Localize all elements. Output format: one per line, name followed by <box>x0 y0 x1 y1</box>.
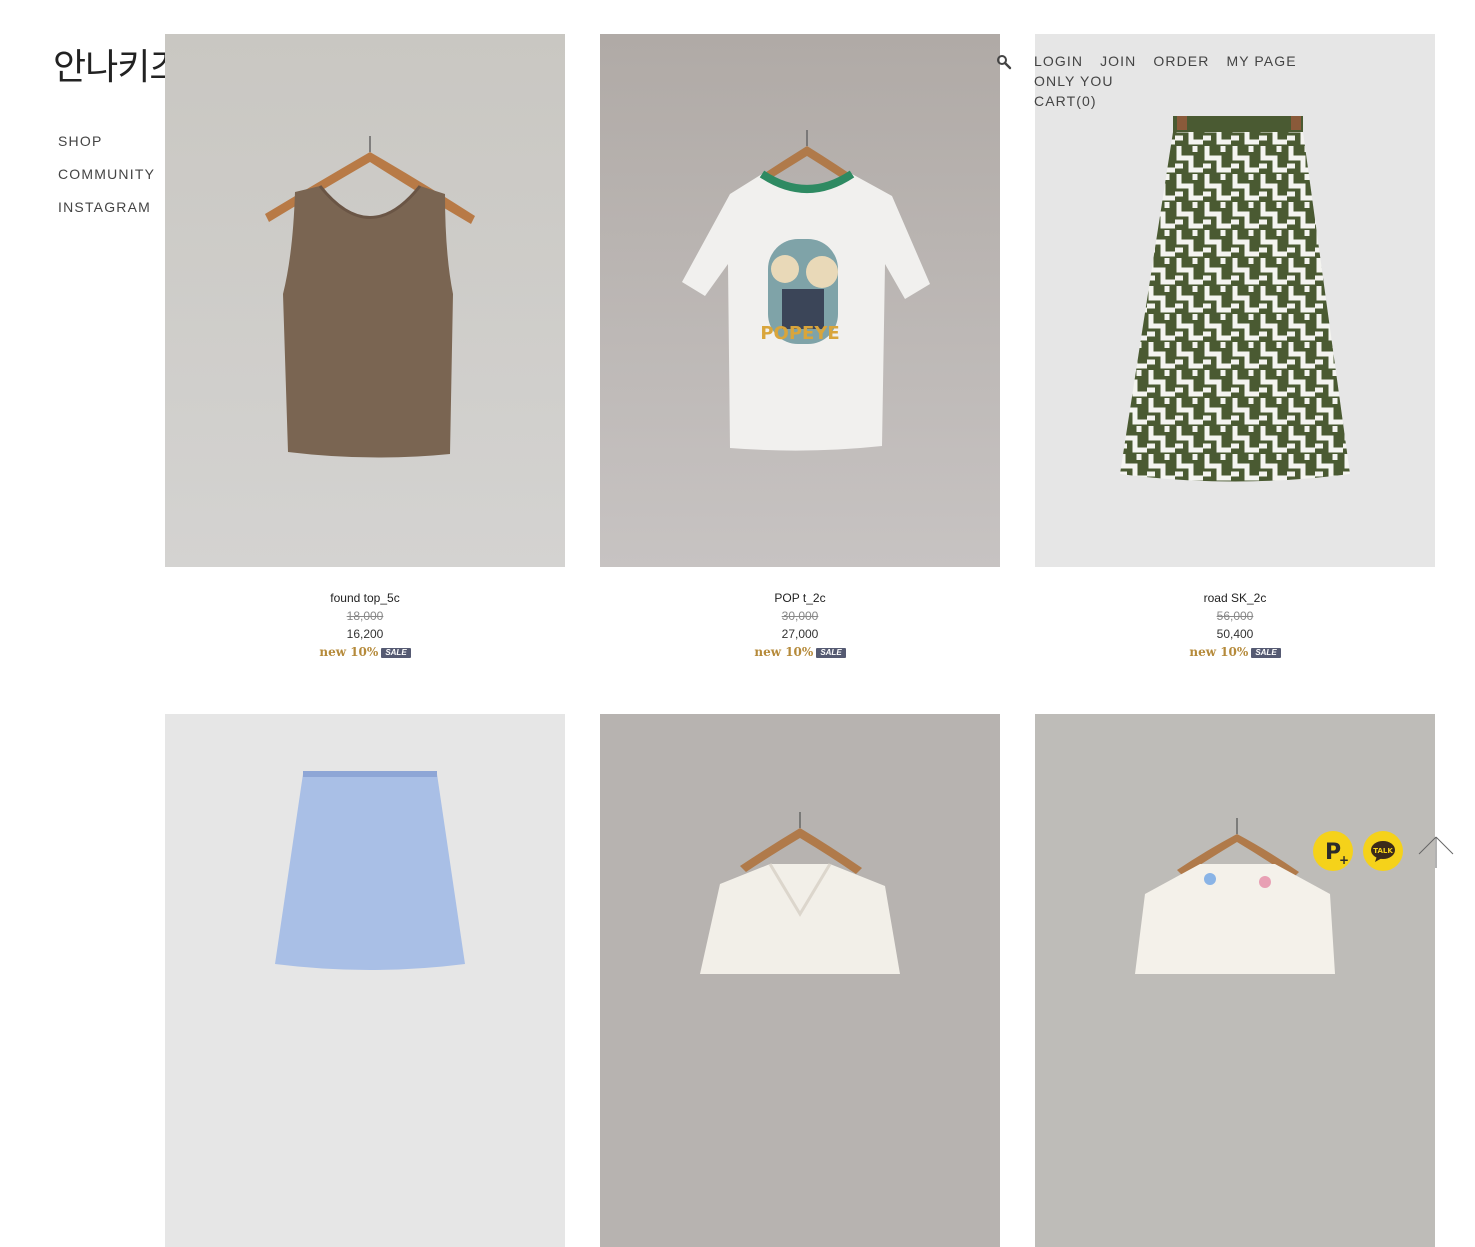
new-tag: new 10% <box>319 645 379 659</box>
side-nav: SHOP COMMUNITY INSTAGRAM <box>58 131 155 230</box>
my-page-link[interactable]: MY PAGE <box>1226 51 1296 71</box>
product-image-brown-tank-top[interactable] <box>165 34 565 567</box>
product-name[interactable]: road SK_2c <box>1035 589 1435 607</box>
kakao-talk-button[interactable]: TALK <box>1363 831 1403 871</box>
side-nav-community[interactable]: COMMUNITY <box>58 164 155 197</box>
product-image-embroidered-collar-blouse[interactable] <box>1035 714 1435 1247</box>
product-name[interactable]: found top_5c <box>165 589 565 607</box>
product-info: road SK_2c 56,000 50,400 new 10% SALE <box>1035 567 1435 661</box>
sale-price: 50,400 <box>1216 627 1254 641</box>
arrow-up-icon[interactable] <box>1418 835 1454 869</box>
only-you-link[interactable]: ONLY YOU <box>1034 71 1114 91</box>
sale-price: 27,000 <box>781 627 819 641</box>
login-link[interactable]: LOGIN <box>1034 51 1083 71</box>
original-price: 30,000 <box>781 609 819 623</box>
side-nav-instagram[interactable]: INSTAGRAM <box>58 197 155 230</box>
product-image-white-lace-blouse[interactable] <box>600 714 1000 1247</box>
plus-friend-button[interactable]: P + <box>1313 831 1353 871</box>
product-card[interactable] <box>165 714 565 1247</box>
product-card[interactable]: POPEYE POP t_2c 30,000 27,000 new 10% SAL… <box>600 34 1000 661</box>
product-card[interactable]: road SK_2c 56,000 50,400 new 10% SALE <box>1035 34 1435 661</box>
product-card[interactable] <box>1035 714 1435 1247</box>
sale-badge: SALE <box>816 648 846 658</box>
product-card[interactable]: found top_5c 18,000 16,200 new 10% SALE <box>165 34 565 661</box>
join-link[interactable]: JOIN <box>1100 51 1136 71</box>
sale-price: 16,200 <box>346 627 384 641</box>
plus-friend-icon: P + <box>1325 840 1349 867</box>
order-link[interactable]: ORDER <box>1153 51 1209 71</box>
cart-link[interactable]: CART(0) <box>1034 91 1097 111</box>
new-tag: new 10% <box>754 645 814 659</box>
product-card[interactable] <box>600 714 1000 1247</box>
new-tag: new 10% <box>1189 645 1249 659</box>
product-image-green-pattern-skirt[interactable] <box>1035 34 1435 567</box>
original-price: 56,000 <box>1216 609 1254 623</box>
original-price: 18,000 <box>346 609 384 623</box>
sale-badge: SALE <box>1251 648 1281 658</box>
product-info: found top_5c 18,000 16,200 new 10% SALE <box>165 567 565 661</box>
product-image-white-popeye-tshirt[interactable]: POPEYE <box>600 34 1000 567</box>
talk-label: TALK <box>1373 847 1393 855</box>
svg-text:POPEYE: POPEYE <box>760 323 839 344</box>
side-nav-shop[interactable]: SHOP <box>58 131 155 164</box>
brand-logo[interactable]: 안나키즈 <box>53 46 182 90</box>
sale-badge: SALE <box>381 648 411 658</box>
svg-text:+: + <box>1339 853 1349 867</box>
product-image-blue-skirt[interactable] <box>165 714 565 1247</box>
product-info: POP t_2c 30,000 27,000 new 10% SALE <box>600 567 1000 661</box>
product-name[interactable]: POP t_2c <box>600 589 1000 607</box>
search-icon[interactable] <box>996 54 1012 70</box>
